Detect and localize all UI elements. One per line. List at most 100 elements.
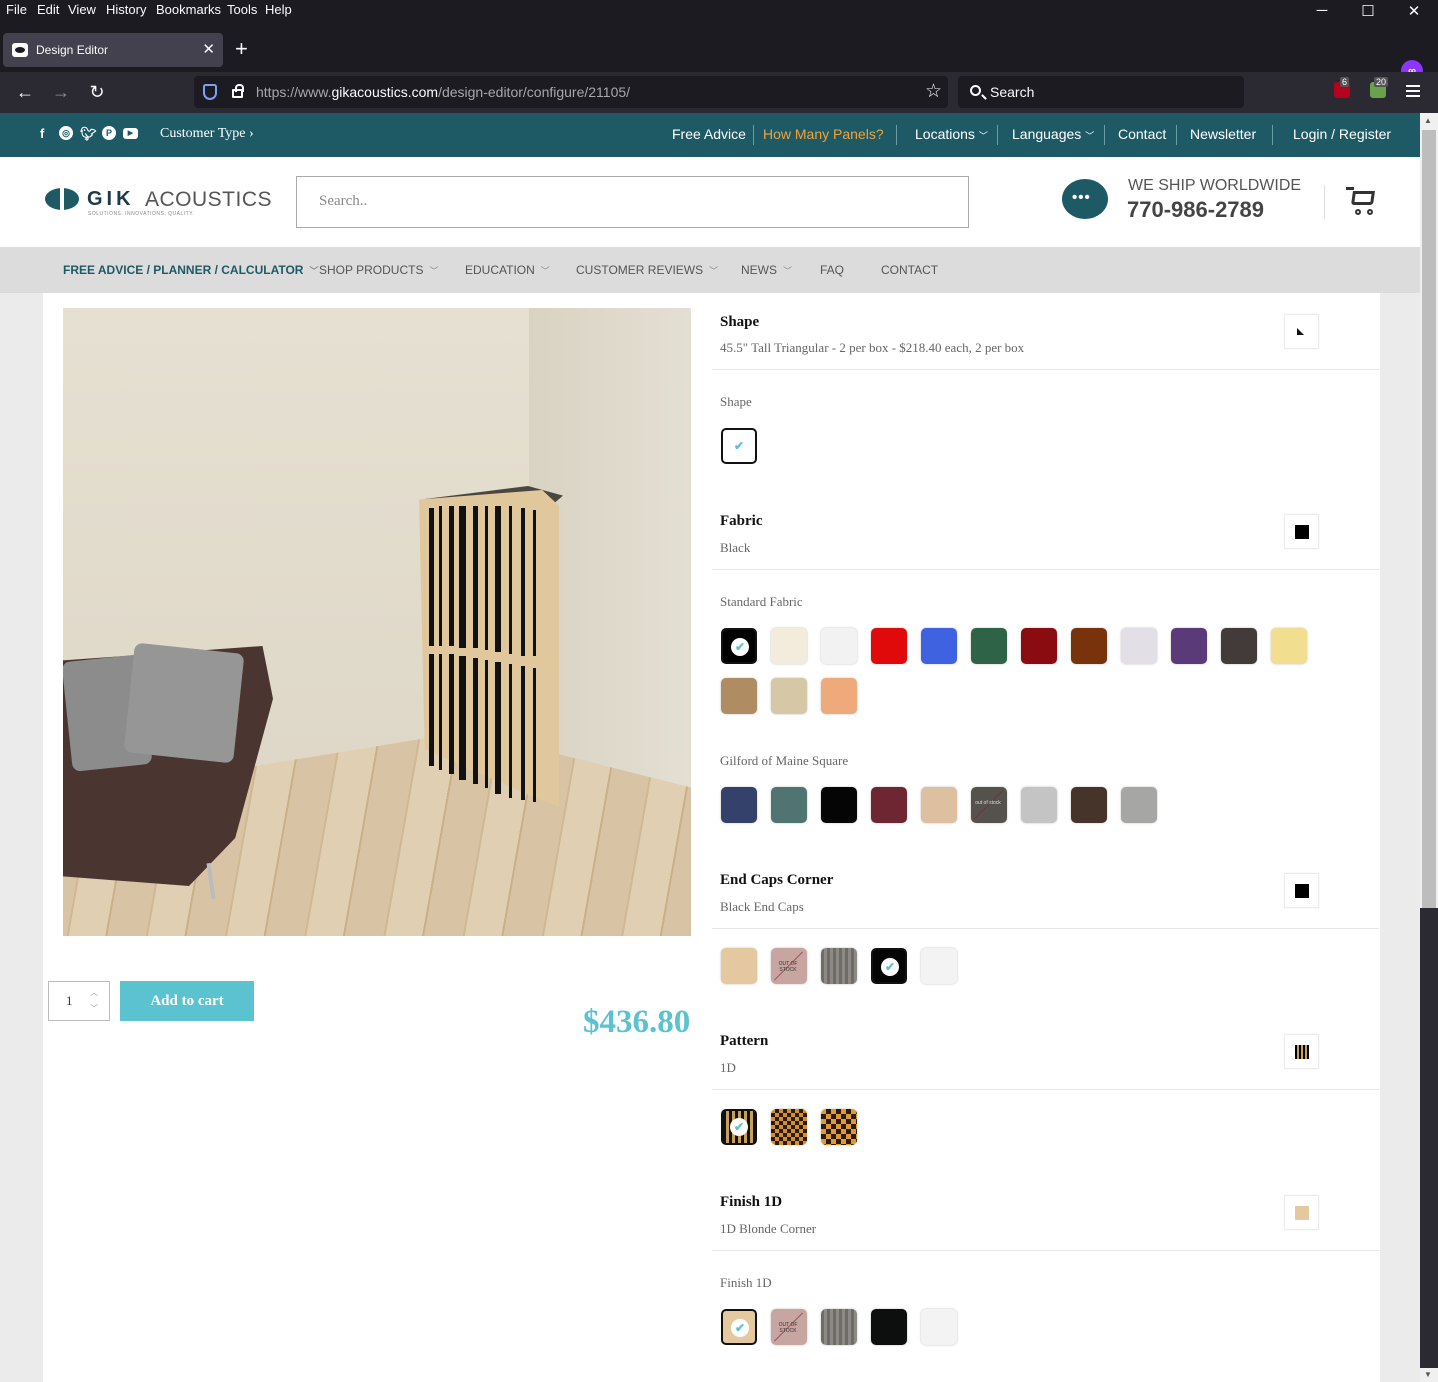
- gilford-swatch[interactable]: [921, 787, 957, 823]
- newsletter-link[interactable]: Newsletter: [1190, 126, 1256, 142]
- fabric-swatch[interactable]: [921, 628, 957, 664]
- finish-swatch[interactable]: [871, 1309, 907, 1345]
- back-icon[interactable]: ←: [13, 81, 37, 103]
- locations-dropdown[interactable]: Locations ﹀: [915, 126, 988, 142]
- app-menu-icon[interactable]: [1406, 85, 1420, 97]
- instagram-icon[interactable]: ◎: [59, 126, 73, 140]
- phone-number[interactable]: 770-986-2789: [1127, 197, 1264, 223]
- fabric-swatch[interactable]: [1071, 628, 1107, 664]
- nav-news[interactable]: NEWS ﹀: [741, 263, 792, 277]
- close-tab-icon[interactable]: ✕: [202, 40, 215, 58]
- add-to-cart-button[interactable]: Add to cart: [120, 981, 254, 1021]
- endcap-swatch[interactable]: [921, 948, 957, 984]
- fabric-swatch[interactable]: [821, 678, 857, 714]
- fabric-swatch[interactable]: [1271, 628, 1307, 664]
- scroll-down-icon[interactable]: ▼: [1424, 1370, 1432, 1379]
- gilford-swatch[interactable]: [1121, 787, 1157, 823]
- shape-swatch-triangular[interactable]: ✔: [721, 428, 757, 464]
- fabric-swatch[interactable]: [871, 628, 907, 664]
- lock-icon[interactable]: [232, 84, 244, 98]
- endcap-swatch[interactable]: ✔: [871, 948, 907, 984]
- gik-logo-icon[interactable]: [45, 185, 79, 213]
- logo-acoustics-text[interactable]: ACOUSTICS: [145, 188, 272, 212]
- finish-swatch[interactable]: [921, 1309, 957, 1345]
- fabric-swatch[interactable]: [771, 678, 807, 714]
- pattern-swatch-2d-alt[interactable]: [821, 1109, 857, 1145]
- how-many-panels-link[interactable]: How Many Panels?: [763, 126, 884, 142]
- nav-faq[interactable]: FAQ: [820, 263, 844, 277]
- new-tab-icon[interactable]: +: [235, 38, 248, 60]
- logo-gik-text[interactable]: GIK: [87, 188, 135, 211]
- fabric-swatch[interactable]: [721, 678, 757, 714]
- facebook-icon[interactable]: f: [40, 126, 44, 141]
- gilford-swatch[interactable]: [1071, 787, 1107, 823]
- pattern-swatch-1d[interactable]: ✔: [721, 1109, 757, 1145]
- youtube-icon[interactable]: ▶: [123, 128, 138, 139]
- minimize-icon[interactable]: ─: [1299, 2, 1345, 19]
- url-bar[interactable]: https://www.gikacoustics.com/design-edit…: [194, 76, 948, 108]
- menu-file[interactable]: File: [6, 2, 27, 17]
- contact-link[interactable]: Contact: [1118, 126, 1166, 142]
- fabric-swatch[interactable]: ✔: [721, 628, 757, 664]
- finish-preview-icon[interactable]: [1284, 1195, 1319, 1230]
- menu-help[interactable]: Help: [265, 2, 292, 17]
- cart-icon[interactable]: [1346, 185, 1378, 217]
- scrollbar-thumb[interactable]: [1422, 130, 1436, 908]
- pattern-swatch-2d[interactable]: [771, 1109, 807, 1145]
- nav-contact[interactable]: CONTACT: [881, 263, 938, 277]
- login-register-link[interactable]: Login / Register: [1293, 126, 1391, 142]
- gilford-swatch[interactable]: [821, 787, 857, 823]
- site-search-input[interactable]: Search..: [296, 176, 969, 228]
- menu-bookmarks[interactable]: Bookmarks: [156, 2, 221, 17]
- close-window-icon[interactable]: ✕: [1391, 2, 1437, 20]
- nav-customer-reviews[interactable]: CUSTOMER REVIEWS ﹀: [576, 263, 718, 277]
- customer-type-link[interactable]: Customer Type ›: [160, 126, 254, 142]
- browser-search-field[interactable]: Search: [958, 76, 1244, 108]
- fabric-swatch[interactable]: [1221, 628, 1257, 664]
- finish-swatch[interactable]: OUT OF STOCK: [771, 1309, 807, 1345]
- endcaps-title[interactable]: End Caps Corner: [720, 872, 833, 889]
- pattern-title[interactable]: Pattern: [720, 1033, 768, 1050]
- twitter-icon[interactable]: 🐦︎: [80, 126, 97, 142]
- bookmark-star-icon[interactable]: ☆: [925, 80, 942, 103]
- quantity-stepper[interactable]: 1 ︿ ﹀: [48, 981, 110, 1021]
- nav-education[interactable]: EDUCATION ﹀: [465, 263, 550, 277]
- menu-history[interactable]: History: [106, 2, 146, 17]
- fabric-swatch[interactable]: [771, 628, 807, 664]
- languages-dropdown[interactable]: Languages ﹀: [1012, 126, 1094, 142]
- tracking-shield-icon[interactable]: [203, 84, 217, 100]
- fabric-swatch[interactable]: [821, 628, 857, 664]
- tab-design-editor[interactable]: Design Editor ✕: [3, 33, 223, 67]
- reload-icon[interactable]: ↻: [85, 81, 109, 103]
- gilford-swatch[interactable]: out of stock: [971, 787, 1007, 823]
- finish-swatch[interactable]: ✔: [721, 1309, 757, 1345]
- endcaps-preview-icon[interactable]: [1284, 873, 1319, 908]
- nav-shop-products[interactable]: SHOP PRODUCTS ﹀: [319, 263, 438, 277]
- fabric-swatch[interactable]: [1021, 628, 1057, 664]
- fabric-swatch[interactable]: [1121, 628, 1157, 664]
- gilford-swatch[interactable]: [1021, 787, 1057, 823]
- quantity-value[interactable]: 1: [66, 993, 73, 1009]
- nav-free-advice[interactable]: FREE ADVICE / PLANNER / CALCULATOR ﹀: [63, 263, 318, 277]
- fabric-swatch[interactable]: [971, 628, 1007, 664]
- maximize-icon[interactable]: ☐: [1345, 2, 1391, 20]
- gilford-swatch[interactable]: [721, 787, 757, 823]
- menu-view[interactable]: View: [68, 2, 96, 17]
- free-advice-link[interactable]: Free Advice: [672, 126, 746, 142]
- fabric-swatch[interactable]: [1171, 628, 1207, 664]
- shape-preview-icon[interactable]: [1284, 314, 1319, 349]
- finish-title[interactable]: Finish 1D: [720, 1194, 782, 1211]
- endcap-swatch[interactable]: [821, 948, 857, 984]
- menu-tools[interactable]: Tools: [227, 2, 257, 17]
- gilford-swatch[interactable]: [771, 787, 807, 823]
- endcap-swatch[interactable]: [721, 948, 757, 984]
- decrement-icon[interactable]: ﹀: [90, 1003, 98, 1014]
- pinterest-icon[interactable]: P: [102, 126, 116, 140]
- increment-icon[interactable]: ︿: [90, 987, 98, 998]
- scroll-up-icon[interactable]: ▲: [1424, 116, 1432, 125]
- forward-icon[interactable]: →: [49, 81, 73, 103]
- menu-edit[interactable]: Edit: [37, 2, 59, 17]
- endcap-swatch[interactable]: OUT OF STOCK: [771, 948, 807, 984]
- fabric-title[interactable]: Fabric: [720, 513, 763, 530]
- finish-swatch[interactable]: [821, 1309, 857, 1345]
